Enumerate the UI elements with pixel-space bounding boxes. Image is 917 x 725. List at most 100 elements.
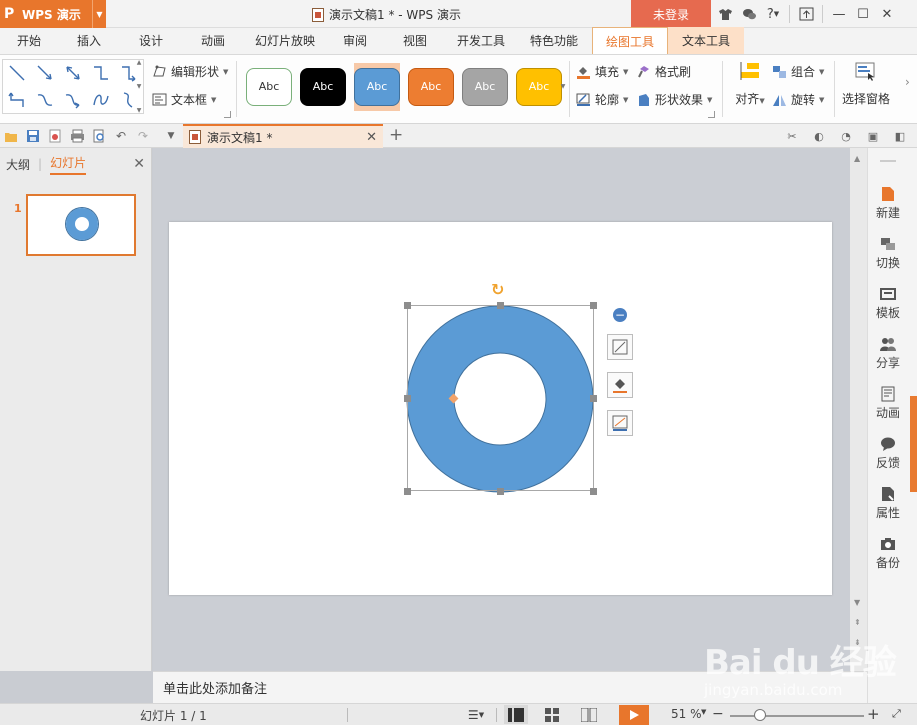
tab-review[interactable]: 审阅 (326, 27, 384, 54)
sidebar-item-new[interactable]: 新建 (868, 186, 908, 221)
tab-insert[interactable]: 插入 (58, 27, 120, 54)
resize-handle-nw[interactable] (404, 302, 411, 309)
sidebar-item-properties[interactable]: 属性 (868, 486, 908, 521)
tab-drawing-tools[interactable]: 绘图工具 (592, 27, 668, 54)
zoom-slider-thumb[interactable] (754, 709, 766, 721)
tab-slideshow[interactable]: 幻灯片放映 (244, 27, 326, 54)
zoom-level[interactable]: 51 % (671, 707, 702, 721)
tab-text-tools[interactable]: 文本工具 (668, 27, 744, 54)
print-icon[interactable] (68, 127, 86, 145)
prev-slide-icon[interactable]: ⇞ (854, 618, 861, 627)
rotate-handle-icon[interactable]: ↻ (491, 280, 504, 299)
reading-view-icon[interactable] (577, 705, 601, 724)
sidebar-item-backup[interactable]: 备份 (868, 536, 908, 571)
tab-developer[interactable]: 开发工具 (446, 27, 516, 54)
shape-style-option[interactable]: Abc (246, 63, 292, 111)
new-tab-icon[interactable]: + (389, 125, 403, 145)
normal-view-icon[interactable] (504, 705, 528, 724)
vertical-scrollbar[interactable]: ▲ ▼ ⇞ ⇟ (850, 148, 867, 671)
fullscreen-icon[interactable]: ◧ (891, 127, 909, 145)
tab-home[interactable]: 开始 (0, 27, 58, 54)
chevron-up-icon[interactable]: ▲ (137, 59, 142, 66)
shape-gallery[interactable] (2, 59, 144, 114)
login-button[interactable]: 未登录 (631, 0, 711, 28)
double-arrow-shape-icon[interactable] (59, 60, 87, 87)
minimize-button[interactable]: — (827, 0, 851, 28)
resize-handle-sw[interactable] (404, 488, 411, 495)
curved-arrow-icon[interactable] (59, 87, 87, 114)
tab-animation[interactable]: 动画 (182, 27, 244, 54)
align-button[interactable]: 对齐▼ (730, 61, 770, 115)
fill-float-button[interactable] (607, 372, 633, 398)
undo-icon[interactable]: ↶ (112, 127, 130, 145)
chevron-down-icon[interactable]: ▼ (92, 0, 106, 28)
tshirt-icon[interactable] (713, 0, 737, 28)
slide-canvas[interactable]: ↻ − (169, 222, 832, 595)
edit-shape-button[interactable]: 编辑形状 ▼ (152, 63, 228, 80)
selection-pane-button[interactable]: 选择窗格 (838, 61, 894, 115)
hide-icon[interactable]: ▣ (864, 127, 882, 145)
text-box-button[interactable]: 文本框 ▼ (152, 91, 216, 108)
help-button[interactable]: ? ▼ (761, 0, 785, 28)
export-pdf-icon[interactable] (46, 127, 64, 145)
sidebar-item-share[interactable]: 分享 (868, 336, 908, 371)
resize-handle-se[interactable] (590, 488, 597, 495)
slide-sorter-icon[interactable] (540, 705, 564, 724)
scroll-down-icon[interactable]: ▼ (854, 598, 860, 607)
chevron-down-icon[interactable]: ▼ (137, 83, 142, 90)
document-tab[interactable]: 演示文稿1 * ✕ (183, 124, 383, 148)
zoom-in-button[interactable]: + (867, 705, 880, 723)
resize-handle-w[interactable] (404, 395, 411, 402)
app-menu-button[interactable]: P WPS 演示 ▼ (0, 0, 106, 28)
arrow-shape-icon[interactable] (31, 60, 59, 87)
outline-button[interactable]: 轮廓 ▼ (576, 91, 628, 108)
collaborate-icon[interactable]: ◐ (810, 127, 828, 145)
tab-slides[interactable]: 幻灯片 (50, 154, 87, 175)
redo-icon[interactable]: ↷ (134, 127, 152, 145)
backup-icon[interactable]: ◔ (837, 127, 855, 145)
fill-button[interactable]: 填充 ▼ (576, 63, 628, 80)
gallery-expand-icon[interactable]: ▼ (561, 83, 566, 90)
gallery-scroll[interactable]: ▲ ▼ ▼ (134, 59, 144, 114)
notes-pane[interactable]: 单击此处添加备注 (153, 671, 867, 703)
shape-style-option[interactable]: Abc (408, 63, 454, 111)
group-button[interactable]: 组合 ▼ (772, 63, 824, 80)
tab-design[interactable]: 设计 (120, 27, 182, 54)
elbow-connector-icon[interactable] (87, 60, 115, 87)
tab-outline[interactable]: 大纲 (6, 156, 30, 173)
style-gallery-scroll[interactable]: ▼ (558, 59, 568, 114)
zoom-out-button[interactable]: − (712, 706, 724, 722)
tab-features[interactable]: 特色功能 (516, 27, 592, 54)
rotate-button[interactable]: 旋转 ▼ (772, 91, 824, 108)
shape-style-option[interactable]: Abc (516, 63, 562, 111)
customize-toolbar-icon[interactable]: ▼ (162, 127, 180, 145)
close-tab-icon[interactable]: ✕ (366, 130, 377, 145)
zoom-slider-track[interactable] (730, 715, 864, 717)
notes-toggle-icon[interactable]: ☰ ▼ (464, 705, 488, 724)
close-button[interactable]: ✕ (875, 0, 899, 28)
open-folder-icon[interactable] (2, 127, 20, 145)
resize-handle-e[interactable] (590, 395, 597, 402)
outline-float-button[interactable] (607, 410, 633, 436)
resize-handle-s[interactable] (497, 488, 504, 495)
ribbon-scroll-right-icon[interactable]: › (905, 75, 910, 89)
sidebar-item-animation[interactable]: 动画 (868, 386, 908, 421)
shape-effects-button[interactable]: 形状效果 ▼ (636, 91, 712, 108)
sidebar-item-template[interactable]: 模板 (868, 286, 908, 321)
chat-icon[interactable] (737, 0, 761, 28)
save-icon[interactable] (24, 127, 42, 145)
upload-box-icon[interactable] (794, 0, 818, 28)
resize-handle-n[interactable] (497, 302, 504, 309)
print-preview-icon[interactable] (90, 127, 108, 145)
maximize-button[interactable]: ☐ (851, 0, 875, 28)
scroll-up-icon[interactable]: ▲ (854, 154, 860, 163)
shape-style-option[interactable]: Abc (462, 63, 508, 111)
gallery-expand-icon[interactable]: ▼ (137, 107, 142, 114)
format-painter-button[interactable]: 格式刷 (636, 63, 691, 80)
line-shape-icon[interactable] (3, 60, 31, 87)
sidebar-item-feedback[interactable]: 反馈 (868, 436, 908, 471)
resize-handle-ne[interactable] (590, 302, 597, 309)
tab-view[interactable]: 视图 (384, 27, 446, 54)
collapse-toolbar-icon[interactable]: − (613, 308, 627, 322)
dialog-launcher-icon[interactable] (224, 111, 231, 118)
